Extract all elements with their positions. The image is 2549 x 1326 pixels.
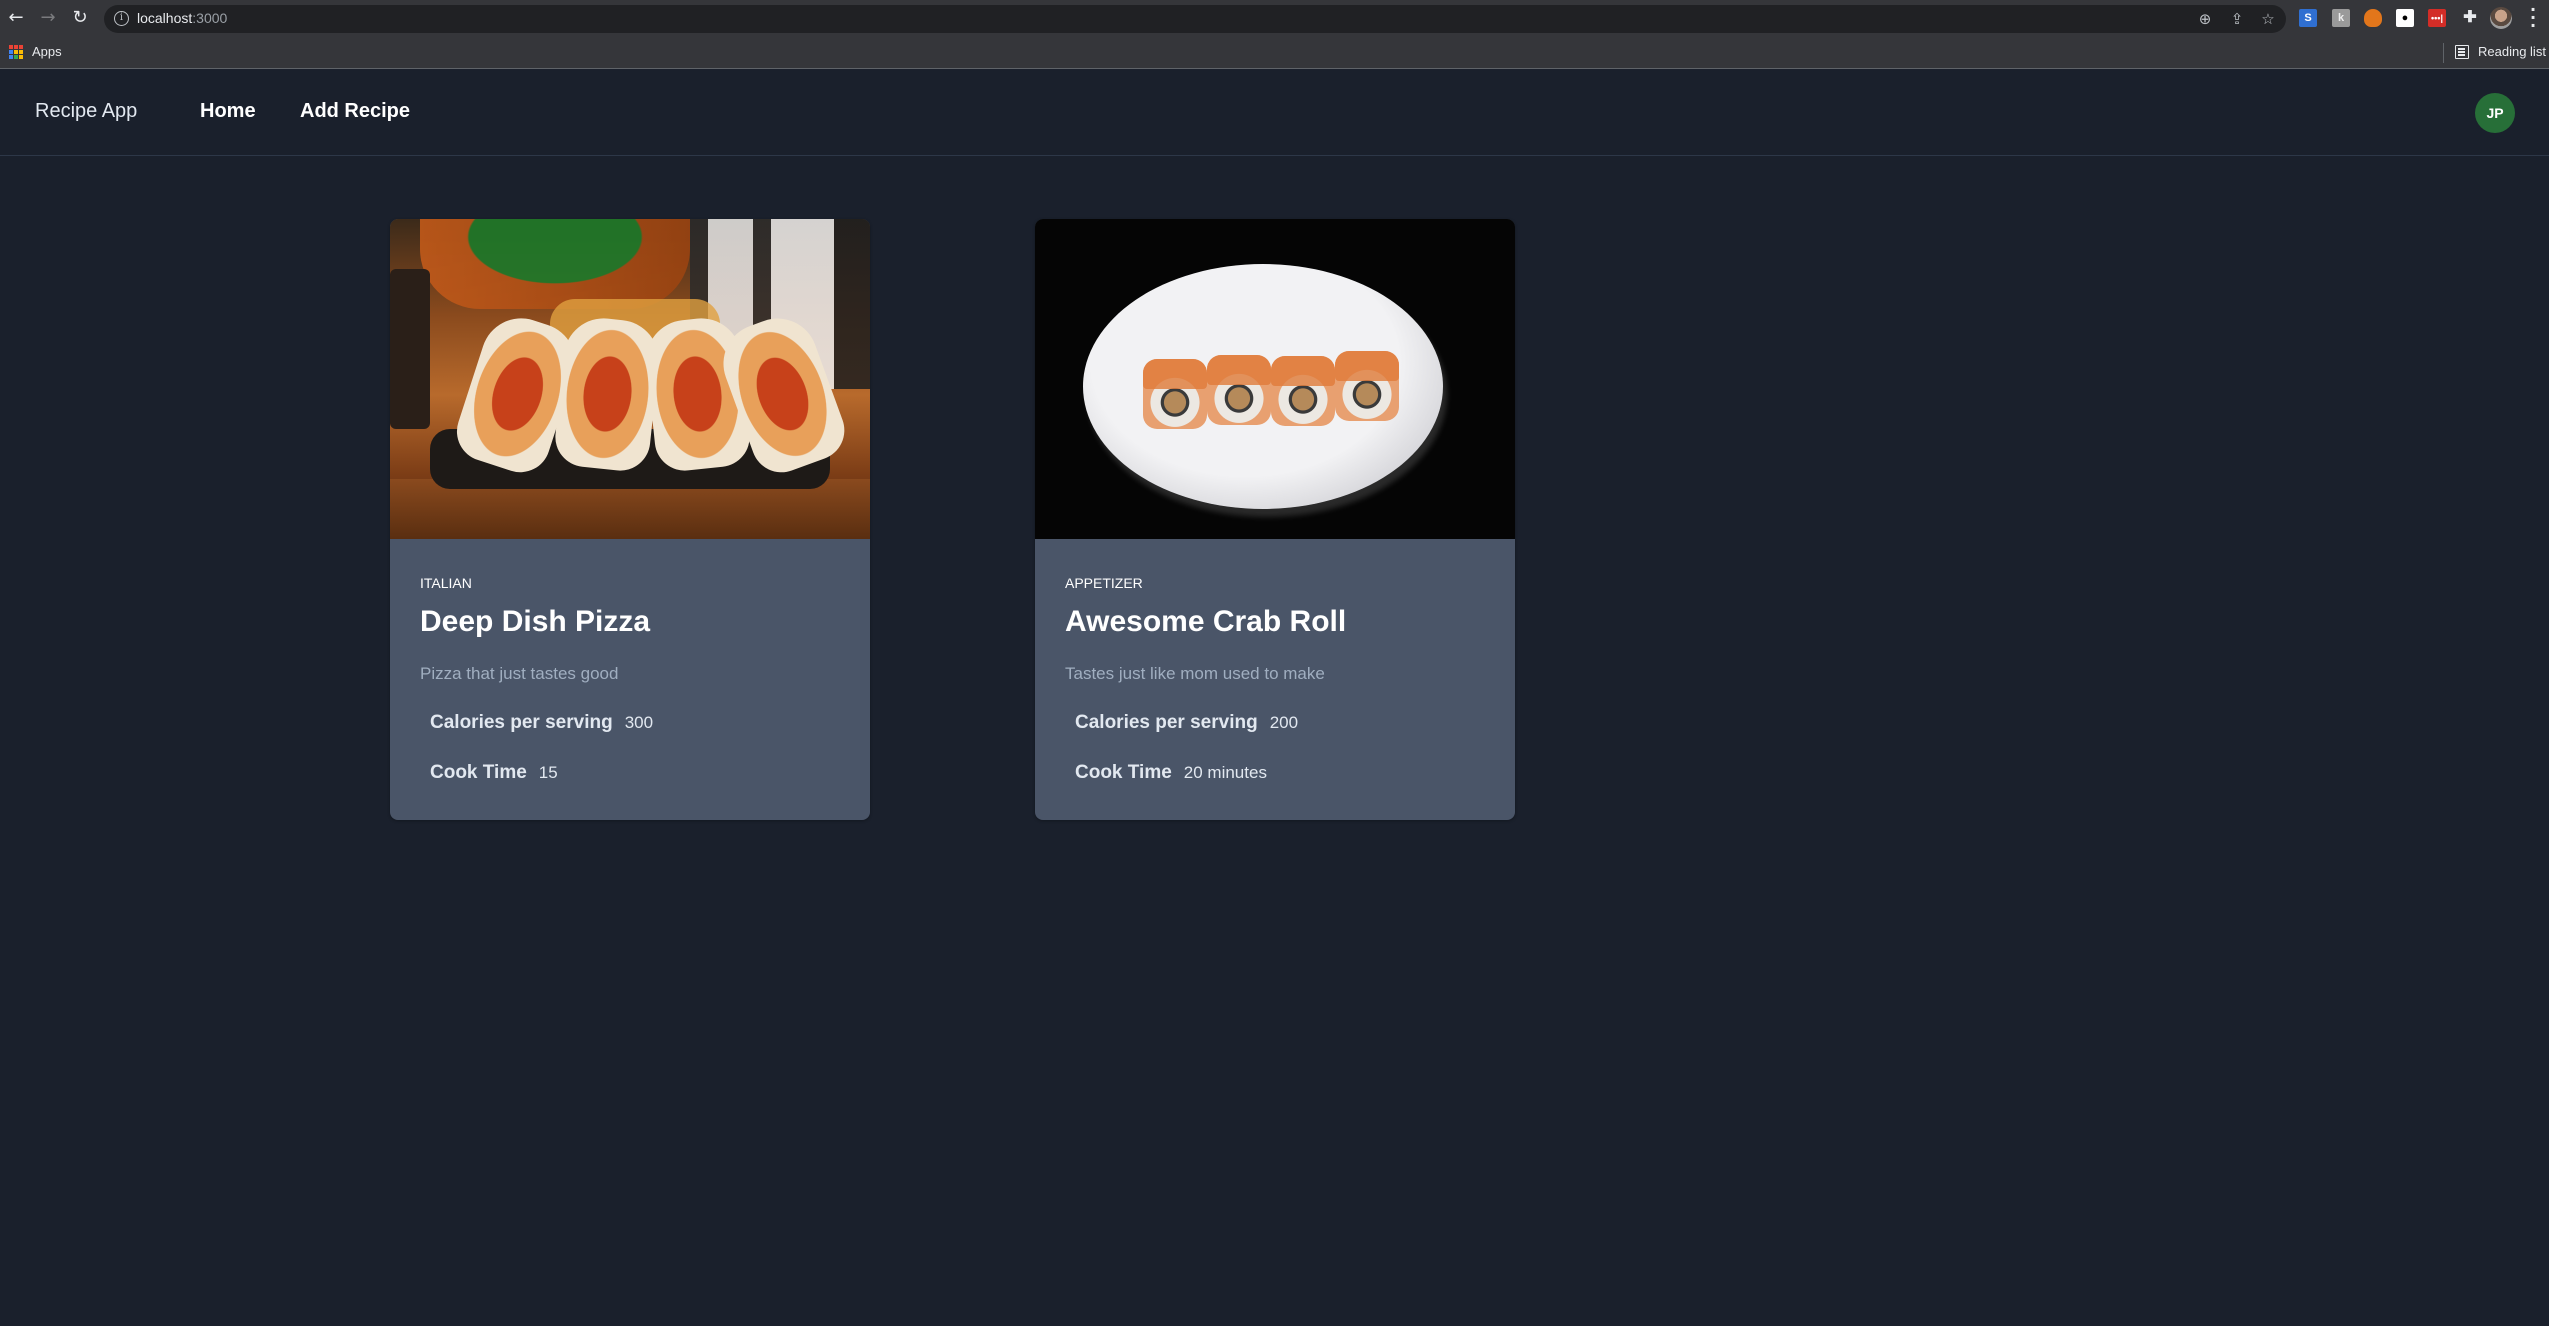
nav-home[interactable]: Home [200,100,256,123]
back-arrow-icon[interactable]: ← [4,6,28,30]
recipe-cook-time: Cook Time 15 [430,762,558,784]
address-bar[interactable]: i localhost:3000 ⊕ ⇪ ☆ [104,5,2286,33]
apps-grid-icon[interactable] [9,45,23,59]
extension-s-icon[interactable]: S [2299,9,2317,27]
reload-icon[interactable]: ↻ [68,6,92,30]
site-info-icon[interactable]: i [114,11,129,26]
browser-toolbar: ← → ↻ i localhost:3000 ⊕ ⇪ ☆ S k ● •••| … [0,0,2549,36]
reading-list-icon[interactable] [2455,45,2469,59]
extension-circle-icon[interactable]: ● [2396,9,2414,27]
calories-value: 300 [624,713,654,732]
extension-k-icon[interactable]: k [2332,9,2350,27]
recipe-image [1035,219,1515,539]
extensions-puzzle-icon[interactable]: ✚ [2461,9,2479,27]
calories-label: Calories per serving [430,712,613,733]
brand-logo[interactable]: Recipe App [35,100,137,123]
recipe-calories: Calories per serving 300 [430,712,653,734]
cook-time-value: 20 minutes [1183,763,1267,782]
recipe-description: Tastes just like mom used to make [1065,664,1325,683]
recipe-card[interactable]: APPETIZER Awesome Crab Roll Tastes just … [1035,219,1515,820]
recipe-title[interactable]: Deep Dish Pizza [420,605,650,639]
metamask-fox-icon[interactable] [2364,9,2382,27]
zoom-icon[interactable]: ⊕ [2195,9,2215,29]
share-icon[interactable]: ⇪ [2227,9,2247,29]
image-bottle [390,269,430,429]
image-sushi-roll [1207,355,1271,425]
user-avatar[interactable]: JP [2475,93,2515,133]
cook-time-label: Cook Time [430,762,527,783]
image-sushi-roll [1271,356,1335,426]
recipe-calories: Calories per serving 200 [1075,712,1298,734]
browser-menu-icon[interactable]: · · · [2528,2,2538,34]
bookmarks-divider [2443,43,2444,63]
image-sushi-roll [1143,359,1207,429]
reading-list-button[interactable]: Reading list [2478,44,2546,59]
url-port: :3000 [192,10,228,26]
image-sushi-roll [1335,351,1399,421]
browser-profile-avatar[interactable] [2490,7,2512,29]
app-header: Recipe App Home Add Recipe JP [0,70,2549,156]
bookmark-apps[interactable]: Apps [32,44,62,59]
image-person [420,219,690,309]
calories-label: Calories per serving [1075,712,1258,733]
cook-time-value: 15 [538,763,558,782]
lastpass-icon[interactable]: •••| [2428,9,2446,27]
recipe-category: ITALIAN [420,575,472,591]
recipe-title[interactable]: Awesome Crab Roll [1065,605,1346,639]
recipe-image [390,219,870,539]
forward-arrow-icon[interactable]: → [36,6,60,30]
recipe-card[interactable]: ITALIAN Deep Dish Pizza Pizza that just … [390,219,870,820]
nav-add-recipe[interactable]: Add Recipe [300,100,410,123]
url-text[interactable]: localhost:3000 [137,10,227,26]
url-host: localhost [137,10,193,26]
bookmark-star-icon[interactable]: ☆ [2258,9,2278,29]
image-hotdog [552,314,663,474]
recipe-category: APPETIZER [1065,575,1143,591]
recipe-cook-time: Cook Time 20 minutes [1075,762,1267,784]
bookmarks-bar: Apps Reading list [0,36,2549,69]
calories-value: 200 [1269,713,1299,732]
recipe-description: Pizza that just tastes good [420,664,619,683]
cook-time-label: Cook Time [1075,762,1172,783]
